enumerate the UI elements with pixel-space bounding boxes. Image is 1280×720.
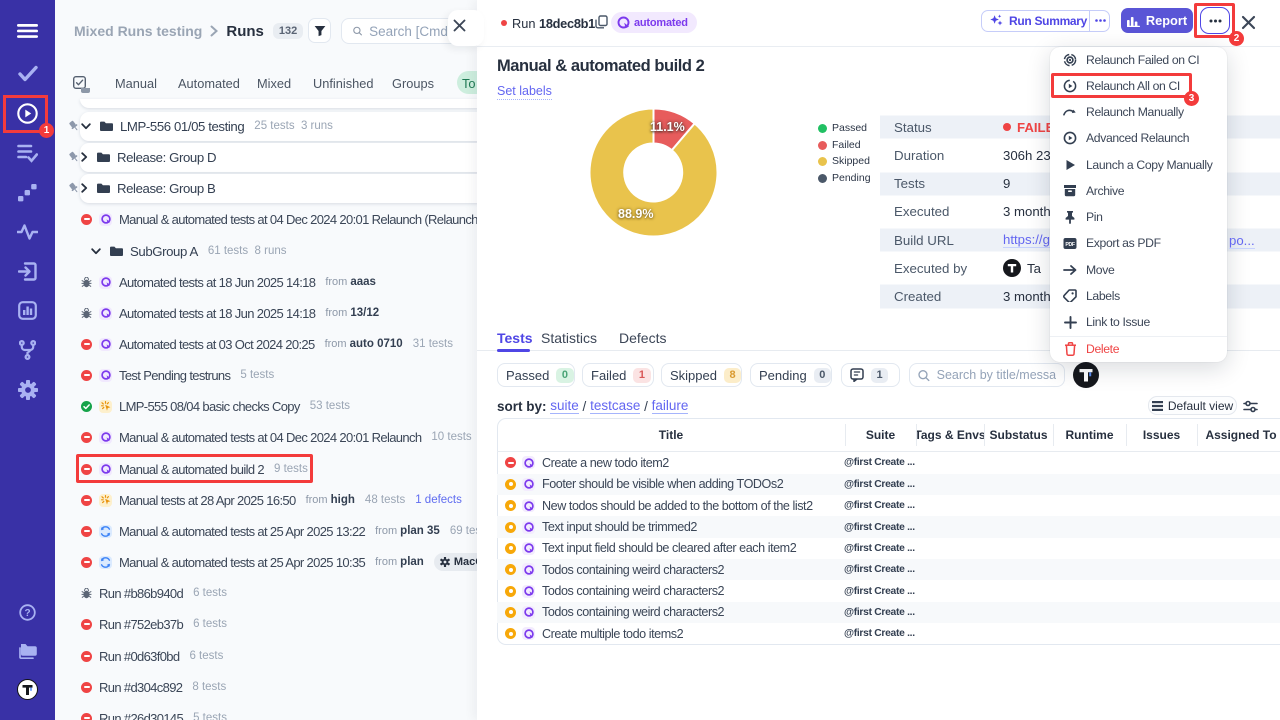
svg-text:PDF: PDF bbox=[1065, 242, 1075, 248]
svg-text:?: ? bbox=[24, 608, 30, 619]
